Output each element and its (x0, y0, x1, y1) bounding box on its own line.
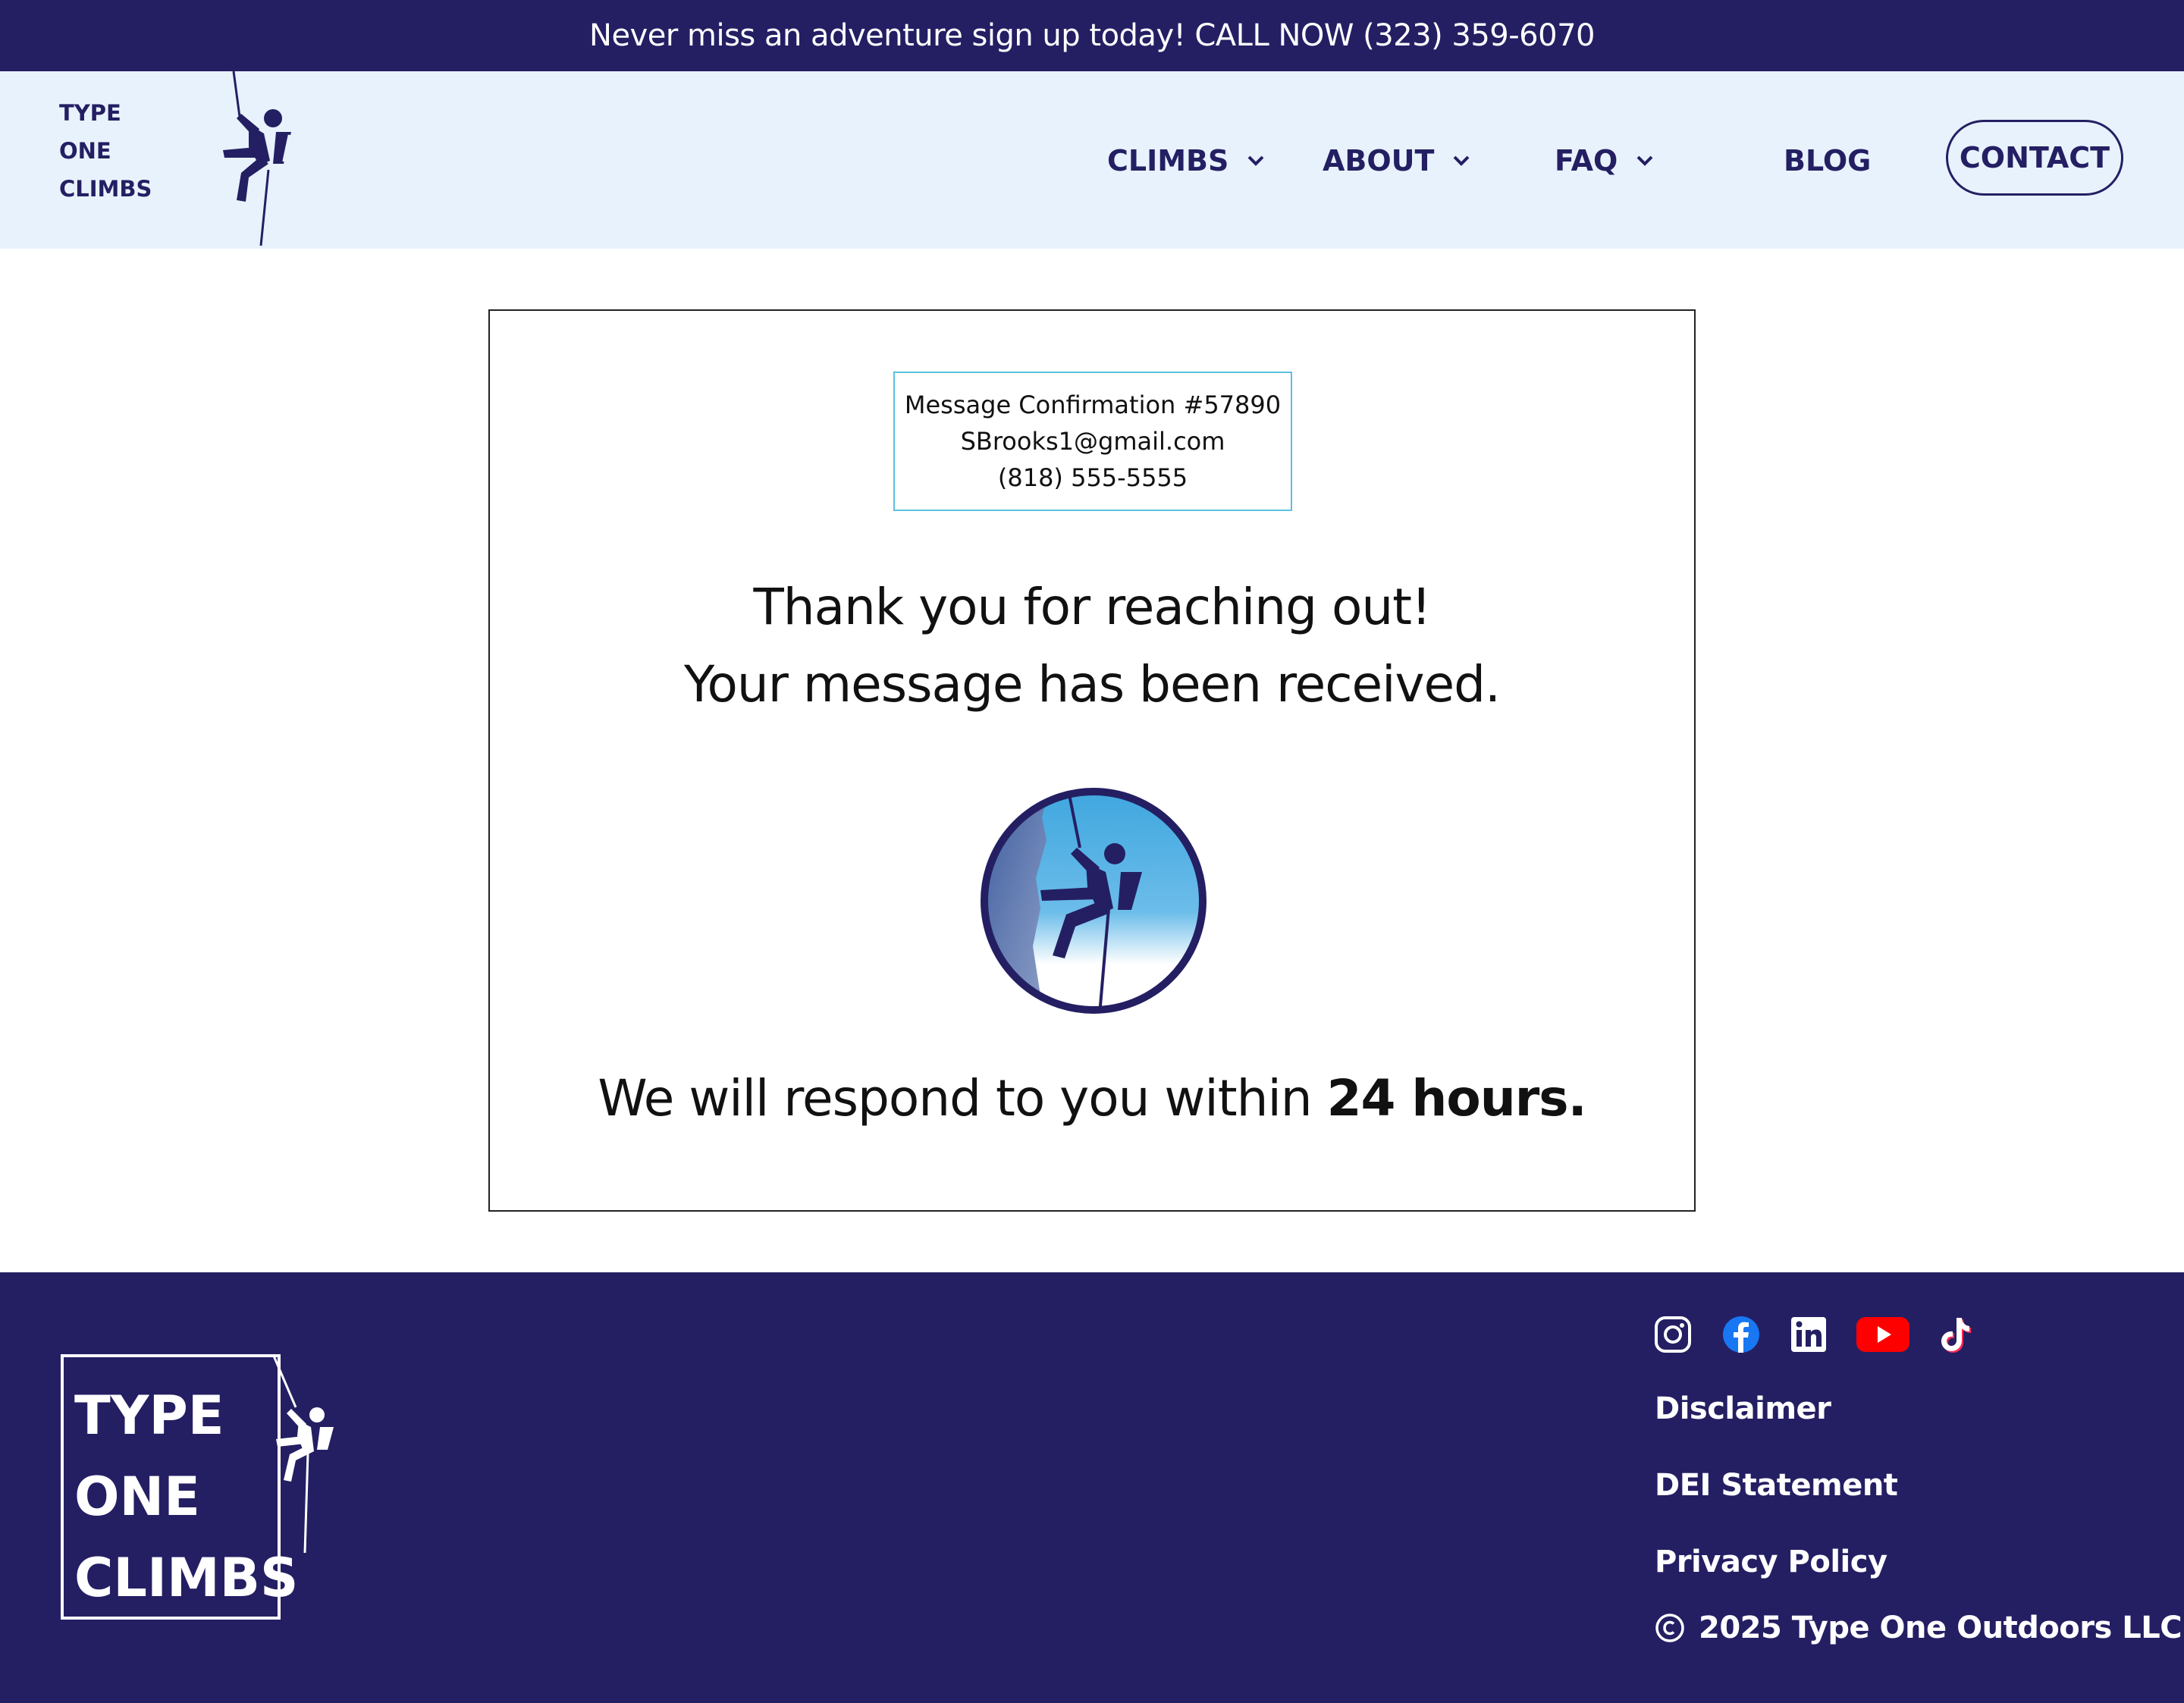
dei-statement-link[interactable]: DEI Statement (1655, 1463, 1898, 1539)
thank-you-message: Thank you for reaching out! Your message… (490, 569, 1694, 723)
copyright: 2025 Type One Outdoors LLC (1655, 1610, 2182, 1645)
confirmation-phone: (818) 555-5555 (997, 463, 1188, 492)
footer-logo-line-1: TYPE (74, 1385, 224, 1447)
response-time-message: We will respond to you within 24 hours. (490, 1069, 1694, 1127)
thank-you-line: Thank you for reaching out! (753, 578, 1431, 636)
confirmation-email: SBrooks1@gmail.com (960, 427, 1225, 456)
climber-icon (273, 1354, 334, 1554)
climber-emblem-icon (981, 788, 1207, 1014)
announcement-text: Never miss an adventure sign up today! C… (589, 18, 1595, 53)
chevron-down-icon (1247, 155, 1265, 167)
youtube-icon[interactable] (1856, 1316, 1909, 1353)
announcement-bar: Never miss an adventure sign up today! C… (0, 0, 2184, 71)
footer-logo-line-2: ONE (74, 1466, 200, 1528)
confirmation-card: Message Confirmation #57890 SBrooks1@gma… (488, 309, 1696, 1212)
linkedin-icon[interactable] (1790, 1316, 1828, 1353)
footer-logo-line-3: CLIMBS (74, 1547, 299, 1609)
nav-climbs[interactable]: CLIMBS (1107, 138, 1265, 183)
response-hours: 24 hours. (1326, 1069, 1587, 1127)
site-header: TYPE ONE CLIMBS CLIMBS ABOUT FAQ BLOG CO… (0, 71, 2184, 249)
contact-button[interactable]: CONTACT (1946, 120, 2123, 196)
chevron-down-icon (1636, 155, 1654, 167)
instagram-icon[interactable] (1653, 1315, 1693, 1354)
footer-links: Disclaimer DEI Statement Privacy Policy (1655, 1386, 1898, 1616)
tiktok-icon[interactable] (1938, 1315, 1972, 1354)
copyright-icon (1655, 1613, 1685, 1643)
confirmation-number: Message Confirmation #57890 (904, 390, 1282, 419)
received-line: Your message has been received. (683, 655, 1501, 714)
privacy-policy-link[interactable]: Privacy Policy (1655, 1539, 1897, 1616)
nav-faq[interactable]: FAQ (1555, 138, 1654, 183)
nav-about[interactable]: ABOUT (1323, 138, 1470, 183)
chevron-down-icon (1452, 155, 1470, 167)
site-logo[interactable]: TYPE ONE CLIMBS (59, 71, 294, 249)
confirmation-details: Message Confirmation #57890 SBrooks1@gma… (893, 372, 1292, 511)
climber-icon (223, 71, 294, 246)
disclaimer-link[interactable]: Disclaimer (1655, 1386, 1897, 1463)
site-footer: TYPE ONE CLIMBS Disclaimer DEI Statement… (0, 1272, 2184, 1703)
copyright-text: 2025 Type One Outdoors LLC (1699, 1610, 2182, 1645)
facebook-icon[interactable] (1721, 1315, 1761, 1354)
nav-blog[interactable]: BLOG (1784, 138, 1871, 183)
response-text: We will respond to you within (598, 1069, 1327, 1127)
social-links (1653, 1313, 2000, 1356)
